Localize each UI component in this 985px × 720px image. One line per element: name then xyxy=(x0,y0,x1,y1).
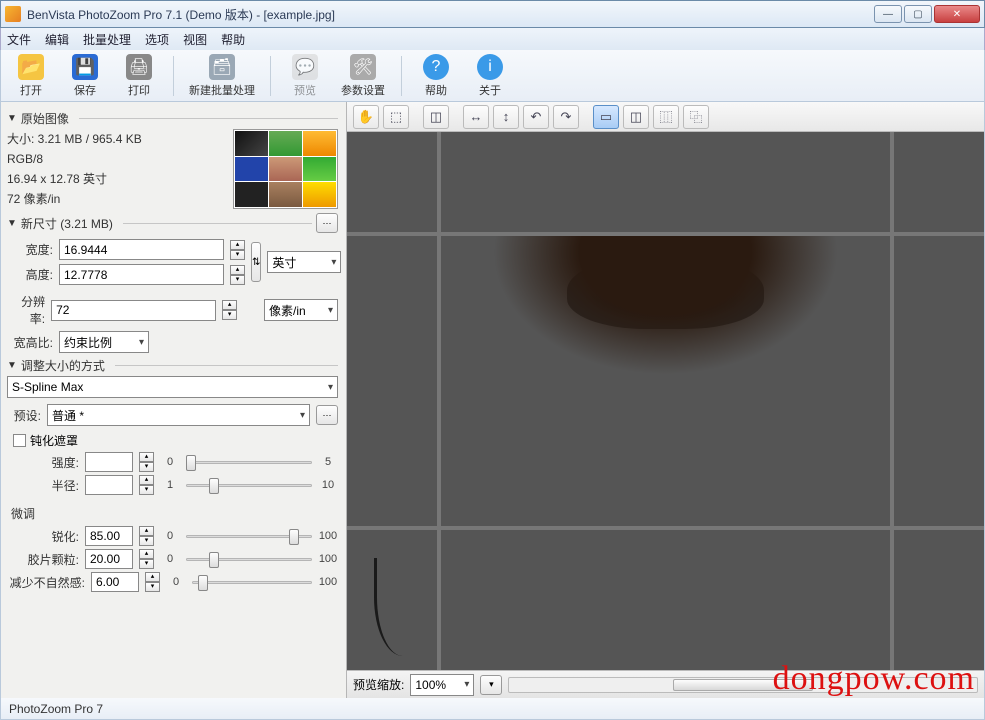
close-button[interactable]: ✕ xyxy=(934,5,980,23)
grain-input[interactable]: 20.00 xyxy=(85,549,133,569)
flip-h-button[interactable]: ↔ xyxy=(463,105,489,129)
height-down[interactable]: ▾ xyxy=(230,275,245,285)
grain-slider[interactable] xyxy=(186,550,312,568)
res-up[interactable]: ▴ xyxy=(222,300,237,310)
newsize-menu-button[interactable]: ⋯ xyxy=(316,213,338,233)
unit-select[interactable]: 英寸 xyxy=(267,251,341,273)
rotate-ccw-button[interactable]: ↶ xyxy=(523,105,549,129)
height-input[interactable] xyxy=(59,264,224,285)
maximize-button[interactable]: ▢ xyxy=(904,5,932,23)
crop-tool[interactable]: ◫ xyxy=(423,105,449,129)
radius-input[interactable] xyxy=(85,475,133,495)
window-title: BenVista PhotoZoom Pro 7.1 (Demo 版本) - [… xyxy=(27,6,874,23)
section-newsize[interactable]: ▼新尺寸 (3.21 MB)⋯ xyxy=(7,213,338,233)
menu-view[interactable]: 视图 xyxy=(183,31,207,48)
section-method[interactable]: ▼调整大小的方式 xyxy=(7,357,338,374)
res-unit-select[interactable]: 像素/in xyxy=(264,299,338,321)
menu-batch[interactable]: 批量处理 xyxy=(83,31,131,48)
algorithm-select[interactable]: S-Spline Max xyxy=(7,376,338,398)
view-split-h-button[interactable]: ◫ xyxy=(623,105,649,129)
menu-edit[interactable]: 编辑 xyxy=(45,31,69,48)
menu-file[interactable]: 文件 xyxy=(7,31,31,48)
collapse-icon: ▼ xyxy=(7,218,17,229)
sidebar: ▼原始图像 大小: 3.21 MB / 965.4 KB RGB/8 16.94… xyxy=(1,102,347,698)
resolution-input[interactable] xyxy=(51,300,216,321)
save-button[interactable]: 💾保存 xyxy=(61,53,109,99)
preview-toolbar: ✋ ⬚ ◫ ↔ ↕ ↶ ↷ ▭ ◫ ⿲ ⿻ xyxy=(347,102,984,132)
menu-options[interactable]: 选项 xyxy=(145,31,169,48)
horizontal-scrollbar[interactable] xyxy=(508,677,978,693)
view-sync-button[interactable]: ⿻ xyxy=(683,105,709,129)
status-text: PhotoZoom Pro 7 xyxy=(9,702,103,716)
toolbar-separator xyxy=(173,56,174,96)
thumbnail[interactable] xyxy=(233,129,338,209)
settings-button[interactable]: 🛠参数设置 xyxy=(335,53,391,99)
toolbar-separator xyxy=(270,56,271,96)
titlebar: BenVista PhotoZoom Pro 7.1 (Demo 版本) - [… xyxy=(0,0,985,28)
original-info: 大小: 3.21 MB / 965.4 KB RGB/8 16.94 x 12.… xyxy=(7,129,225,209)
width-up[interactable]: ▴ xyxy=(230,240,245,250)
preset-select[interactable]: 普通 * xyxy=(47,404,310,426)
main-toolbar: 📂打开 💾保存 🖨打印 🗃新建批量处理 💬预览 🛠参数设置 ?帮助 i关于 xyxy=(0,50,985,102)
about-button[interactable]: i关于 xyxy=(466,53,514,99)
marquee-tool[interactable]: ⬚ xyxy=(383,105,409,129)
collapse-icon: ▼ xyxy=(7,113,17,124)
res-down[interactable]: ▾ xyxy=(222,310,237,320)
preview-canvas[interactable] xyxy=(347,132,984,670)
menu-help[interactable]: 帮助 xyxy=(221,31,245,48)
flip-v-button[interactable]: ↕ xyxy=(493,105,519,129)
height-up[interactable]: ▴ xyxy=(230,265,245,275)
new-batch-button[interactable]: 🗃新建批量处理 xyxy=(184,53,260,99)
preview-panel: ✋ ⬚ ◫ ↔ ↕ ↶ ↷ ▭ ◫ ⿲ ⿻ 预览缩放: 100% ▾ xyxy=(347,102,984,698)
statusbar: PhotoZoom Pro 7 xyxy=(0,698,985,720)
width-down[interactable]: ▾ xyxy=(230,250,245,260)
app-icon xyxy=(5,6,21,22)
sharpen-slider[interactable] xyxy=(186,527,312,545)
view-single-button[interactable]: ▭ xyxy=(593,105,619,129)
minimize-button[interactable]: — xyxy=(874,5,902,23)
strength-input[interactable] xyxy=(85,452,133,472)
collapse-icon: ▼ xyxy=(7,360,17,371)
artifact-input[interactable]: 6.00 xyxy=(91,572,139,592)
print-button[interactable]: 🖨打印 xyxy=(115,53,163,99)
view-split-v-button[interactable]: ⿲ xyxy=(653,105,679,129)
toolbar-separator xyxy=(401,56,402,96)
sharpen-input[interactable]: 85.00 xyxy=(85,526,133,546)
menubar: 文件 编辑 批量处理 选项 视图 帮助 xyxy=(0,28,985,50)
pan-tool[interactable]: ✋ xyxy=(353,105,379,129)
open-button[interactable]: 📂打开 xyxy=(7,53,55,99)
lock-aspect-button[interactable]: ⇅ xyxy=(251,242,261,282)
zoom-label: 预览缩放: xyxy=(353,676,404,693)
finetune-label: 微调 xyxy=(11,505,338,522)
aspect-select[interactable]: 约束比例 xyxy=(59,331,149,353)
section-original[interactable]: ▼原始图像 xyxy=(7,110,338,127)
rotate-cw-button[interactable]: ↷ xyxy=(553,105,579,129)
preview-button[interactable]: 💬预览 xyxy=(281,53,329,99)
help-button[interactable]: ?帮助 xyxy=(412,53,460,99)
preview-bottom-bar: 预览缩放: 100% ▾ xyxy=(347,670,984,698)
unsharp-checkbox[interactable]: 钝化遮罩 xyxy=(13,432,338,449)
width-input[interactable] xyxy=(59,239,224,260)
radius-slider[interactable] xyxy=(186,476,312,494)
artifact-slider[interactable] xyxy=(192,573,312,591)
zoom-select[interactable]: 100% xyxy=(410,674,474,696)
zoom-dropdown-button[interactable]: ▾ xyxy=(480,675,502,695)
preset-menu-button[interactable]: ⋯ xyxy=(316,405,338,425)
strength-slider[interactable] xyxy=(186,453,312,471)
